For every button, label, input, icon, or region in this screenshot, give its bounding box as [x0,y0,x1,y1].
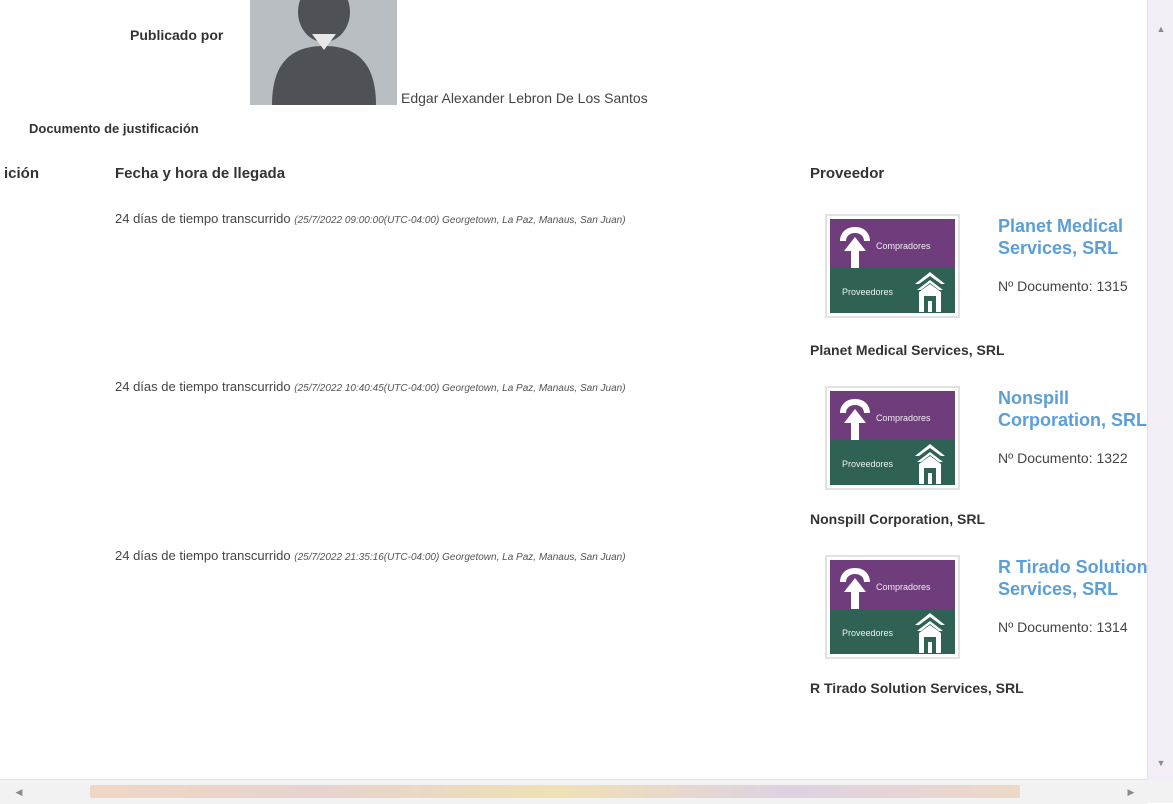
scroll-up-icon[interactable]: ▲ [1148,20,1173,38]
arrival-cell: 24 días de tiempo transcurrido (25/7/202… [115,548,626,563]
elapsed-time: 24 días de tiempo transcurrido [115,548,291,563]
arrival-timestamp: (25/7/2022 21:35:16(UTC-04:00) Georgetow… [294,552,626,563]
supplier-name: Nonspill Corporation, SRL [810,511,985,527]
column-header-supplier: Proveedor [810,165,885,182]
justification-document-label: Documento de justificación [29,121,199,136]
scroll-right-icon[interactable]: ▶ [1120,780,1142,804]
horizontal-scroll-thumb[interactable] [90,785,1020,798]
column-header-partial: ición [4,165,40,182]
supplier-document-number: Nº Documento: 1315 [998,278,1128,294]
supplier-name: Planet Medical Services, SRL [810,342,1005,358]
logo-suppliers-text: Proveedores [842,628,894,638]
elapsed-time: 24 días de tiempo transcurrido [115,379,291,394]
scroll-left-icon[interactable]: ◀ [8,780,30,804]
supplier-document-number: Nº Documento: 1314 [998,619,1128,635]
arrival-cell: 24 días de tiempo transcurrido (25/7/202… [115,211,626,226]
house-icon [915,613,945,653]
logo-buyers-text: Compradores [876,582,931,592]
vertical-scrollbar[interactable]: ▲ ▼ [1147,0,1173,779]
logo-suppliers-text: Proveedores [842,459,894,469]
supplier-name-link[interactable]: Nonspill Corporation, SRL [998,387,1147,431]
scrollbar-corner [1147,779,1173,803]
supplier-document-number: Nº Documento: 1322 [998,450,1128,466]
house-icon [915,272,945,312]
arrival-cell: 24 días de tiempo transcurrido (25/7/202… [115,379,626,394]
supplier-name-link[interactable]: Planet Medical Services, SRL [998,215,1147,259]
supplier-name-link[interactable]: R Tirado Solution Services, SRL [998,556,1147,600]
supplier-logo[interactable]: Compradores Proveedores [825,386,960,490]
publisher-name: Edgar Alexander Lebron De Los Santos [401,90,648,106]
arrival-timestamp: (25/7/2022 09:00:00(UTC-04:00) Georgetow… [294,215,626,226]
logo-suppliers-text: Proveedores [842,287,894,297]
supplier-logo[interactable]: Compradores Proveedores [825,214,960,318]
supplier-name: R Tirado Solution Services, SRL [810,680,1024,696]
page-viewport: Publicado por Edgar Alexander Lebron De … [0,0,1147,779]
scroll-down-icon[interactable]: ▼ [1148,754,1173,772]
elapsed-time: 24 días de tiempo transcurrido [115,211,291,226]
supplier-logo[interactable]: Compradores Proveedores [825,555,960,659]
arrow-up-icon [840,227,870,269]
avatar-silhouette-icon [250,0,397,105]
supplier-card: Compradores Proveedores R Tirado Solutio… [825,555,1147,663]
supplier-card: Compradores Proveedores Planet Medical S… [825,214,1147,322]
arrow-up-icon [840,399,870,441]
arrival-timestamp: (25/7/2022 10:40:45(UTC-04:00) Georgetow… [294,383,626,394]
publisher-label: Publicado por [130,27,224,43]
logo-buyers-text: Compradores [876,241,931,251]
horizontal-scrollbar[interactable]: ◀ ▶ [0,779,1147,804]
supplier-card: Compradores Proveedores Nonspill Corpora… [825,386,1147,494]
house-icon [915,444,945,484]
publisher-avatar [250,0,397,105]
arrow-up-icon [840,568,870,610]
column-header-arrival: Fecha y hora de llegada [115,165,286,182]
logo-buyers-text: Compradores [876,413,931,423]
